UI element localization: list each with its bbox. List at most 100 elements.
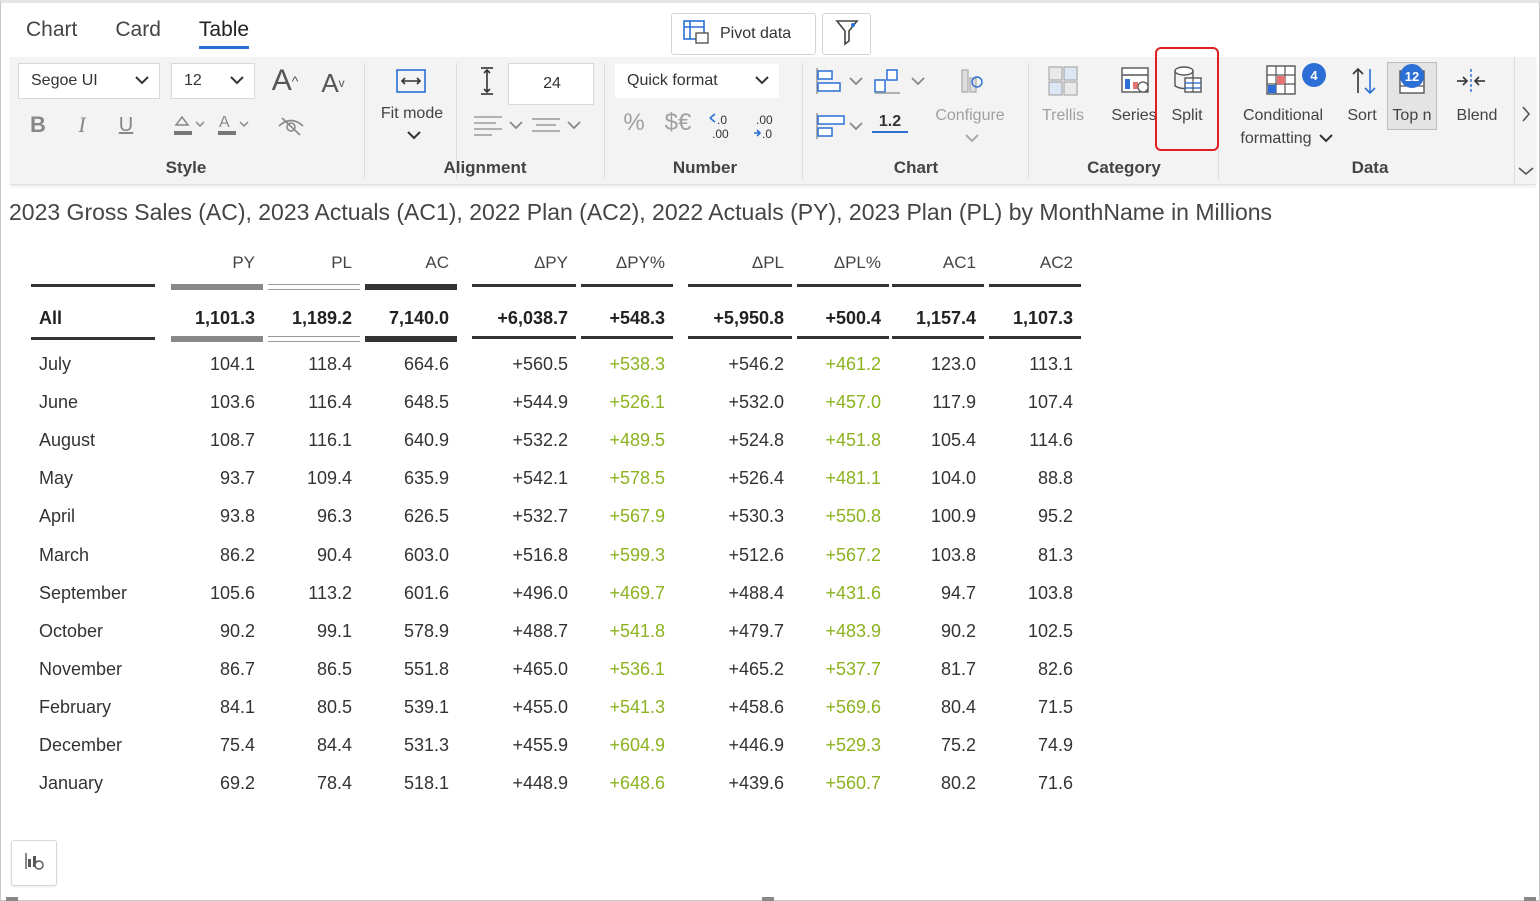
- column-header[interactable]: AC2: [989, 245, 1081, 285]
- waterfall-chart-icon[interactable]: [872, 65, 930, 97]
- table-cell: 88.8: [1037, 468, 1073, 489]
- row-height-input[interactable]: 24: [508, 63, 594, 105]
- table-cell: +529.3: [825, 735, 881, 755]
- header-rule: [892, 284, 984, 287]
- header-rule: [268, 289, 360, 290]
- table-cell: +431.6: [825, 582, 881, 603]
- table-cell: +465.2: [728, 658, 784, 679]
- scale-value[interactable]: 1.2: [872, 113, 908, 133]
- chart-group-label: Chart: [893, 158, 939, 177]
- fit-mode-label[interactable]: Fit mode: [376, 105, 448, 123]
- chart-settings-button[interactable]: [11, 840, 57, 886]
- increase-decimal-icon[interactable]: .00.0: [750, 111, 784, 141]
- chevron-down-icon[interactable]: [962, 131, 982, 145]
- configure-icon[interactable]: [954, 63, 988, 97]
- font-family-select[interactable]: Segoe UI: [18, 63, 160, 99]
- fit-mode-icon[interactable]: [394, 65, 428, 97]
- trellis-icon[interactable]: [1046, 65, 1080, 97]
- header-rule: [472, 284, 576, 287]
- total-rule: [581, 336, 673, 339]
- horizontal-align-icon[interactable]: [472, 111, 528, 139]
- tab-chart[interactable]: Chart: [26, 18, 77, 49]
- column-header[interactable]: PY: [171, 245, 263, 285]
- decrease-decimal-icon[interactable]: .0.00: [706, 111, 740, 141]
- column-header[interactable]: ΔPY%: [581, 245, 673, 285]
- row-label: February: [39, 696, 112, 717]
- series-icon[interactable]: [1118, 65, 1152, 97]
- font-color-icon[interactable]: A: [214, 111, 254, 139]
- table-cell: +455.9: [512, 735, 568, 755]
- table-cell: +451.8: [825, 430, 881, 451]
- trellis-label[interactable]: Trellis: [1034, 107, 1092, 125]
- column-header[interactable]: AC: [365, 245, 457, 285]
- category-group-label: Category: [1087, 158, 1161, 177]
- table-cell: 601.6: [403, 582, 449, 603]
- bar-chart-type-icon[interactable]: [814, 65, 868, 97]
- table-cell: 81.3: [1037, 544, 1073, 565]
- horizontal-bar-icon[interactable]: [814, 111, 868, 141]
- table-cell: +439.6: [728, 773, 784, 794]
- hide-icon[interactable]: [276, 113, 306, 139]
- vertical-align-icon[interactable]: [530, 111, 586, 139]
- table-cell: 104.0: [930, 468, 976, 489]
- total-rule: [472, 336, 576, 339]
- table-cell: 105.4: [930, 430, 976, 451]
- conditional-formatting-icon[interactable]: [1264, 63, 1298, 97]
- quick-format-dropdown[interactable]: Quick format: [614, 63, 780, 99]
- conditional-formatting-label-line2[interactable]: formatting: [1228, 130, 1324, 148]
- table-cell: +469.7: [609, 582, 665, 603]
- chevron-down-icon[interactable]: [1517, 163, 1534, 181]
- underline-icon[interactable]: U: [114, 111, 138, 139]
- configure-label[interactable]: Configure: [924, 107, 1016, 125]
- filter-button[interactable]: [822, 13, 871, 55]
- resize-handle[interactable]: [6, 897, 18, 901]
- tab-table[interactable]: Table: [198, 18, 250, 49]
- sort-icon[interactable]: [1348, 65, 1380, 97]
- row-height-icon: [476, 65, 498, 97]
- table-cell: 90.4: [316, 544, 352, 565]
- table-cell: +546.2: [728, 354, 784, 374]
- resize-handle[interactable]: [1524, 897, 1536, 901]
- percent-format-button[interactable]: %: [620, 109, 648, 137]
- column-header[interactable]: ΔPY: [472, 245, 576, 285]
- alignment-group-label: Alignment: [443, 158, 527, 177]
- tab-card[interactable]: Card: [115, 18, 161, 49]
- column-header[interactable]: AC1: [892, 245, 984, 285]
- series-label[interactable]: Series: [1108, 107, 1160, 125]
- pivot-data-button[interactable]: Pivot data: [671, 13, 816, 55]
- table-cell: 123.0: [930, 354, 976, 374]
- table-cell: +479.7: [728, 620, 784, 641]
- row-label: January: [39, 773, 104, 794]
- italic-icon[interactable]: I: [70, 111, 94, 139]
- separator: [364, 63, 365, 179]
- sort-label[interactable]: Sort: [1344, 107, 1380, 125]
- total-cell: 1,157.4: [915, 308, 976, 328]
- bold-icon[interactable]: B: [26, 111, 50, 139]
- table-cell: +569.6: [825, 696, 881, 717]
- table-cell: +488.4: [728, 582, 784, 603]
- table-cell: +526.4: [728, 468, 784, 489]
- table-cell: 80.2: [940, 773, 976, 794]
- currency-format-button[interactable]: $€: [660, 109, 696, 137]
- conditional-formatting-label-line1[interactable]: Conditional: [1228, 107, 1338, 125]
- blend-icon[interactable]: [1454, 65, 1488, 97]
- total-rule: [989, 336, 1081, 339]
- font-size-select[interactable]: 12: [171, 63, 255, 99]
- fill-color-icon[interactable]: [170, 111, 210, 139]
- separator: [1028, 63, 1029, 179]
- table-cell: 78.4: [316, 773, 352, 794]
- table-cell: +526.1: [609, 392, 665, 413]
- header-rule: [171, 284, 263, 290]
- increase-font-icon[interactable]: A ^: [268, 63, 302, 99]
- chevron-right-icon[interactable]: [1521, 105, 1531, 128]
- chevron-down-icon[interactable]: [404, 127, 424, 143]
- resize-handle[interactable]: [762, 897, 774, 901]
- chevron-down-icon[interactable]: [1316, 131, 1336, 145]
- column-header[interactable]: ΔPL: [688, 245, 792, 285]
- decrease-font-icon[interactable]: Av: [316, 67, 350, 99]
- table-cell: +604.9: [609, 735, 665, 755]
- column-header[interactable]: PL: [268, 245, 360, 285]
- column-header[interactable]: ΔPL%: [797, 245, 889, 285]
- blend-label[interactable]: Blend: [1446, 107, 1508, 125]
- table-cell: 86.5: [316, 658, 352, 679]
